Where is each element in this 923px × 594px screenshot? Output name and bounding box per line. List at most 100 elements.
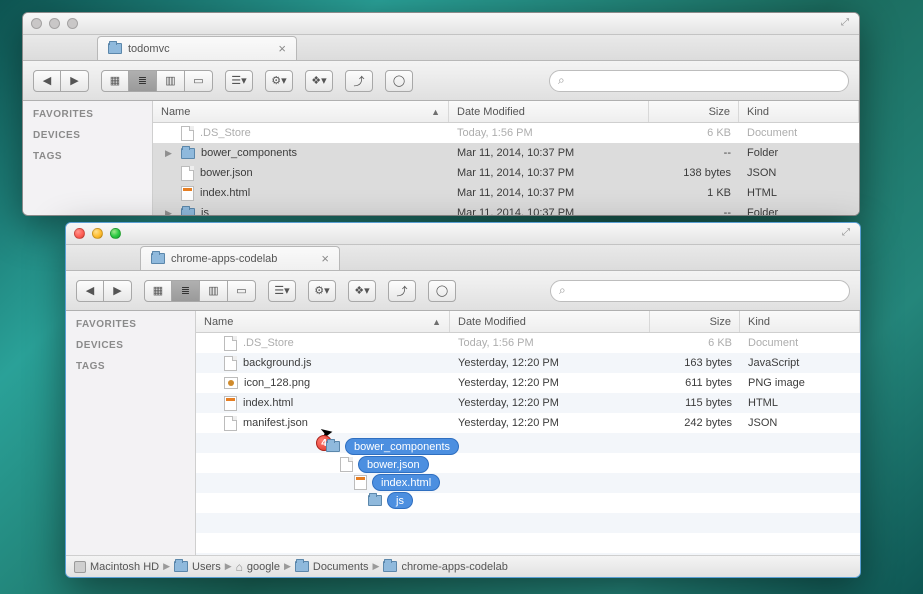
drag-item: js	[368, 492, 459, 509]
share-button[interactable]: ⤴	[388, 280, 416, 302]
column-headers: Name▲ Date Modified Size Kind	[153, 101, 859, 123]
titlebar[interactable]: ⤢	[23, 13, 859, 35]
table-row[interactable]: manifest.jsonYesterday, 12:20 PM242 byte…	[196, 413, 860, 433]
cell-kind: Folder	[739, 207, 859, 215]
view-switcher: ▦ ≣ ▥ ▭	[101, 70, 213, 92]
fullscreen-icon[interactable]: ⤢	[842, 227, 852, 237]
search-field[interactable]: ⌕	[550, 280, 850, 302]
cell-date: Mar 11, 2014, 10:37 PM	[449, 207, 649, 215]
fullscreen-icon[interactable]: ⤢	[841, 17, 851, 27]
sidebar-tags[interactable]: TAGS	[76, 361, 185, 372]
search-field[interactable]: ⌕	[549, 70, 849, 92]
column-size[interactable]: Size	[650, 311, 740, 332]
column-size[interactable]: Size	[649, 101, 739, 122]
path-bar: Macintosh HD▶Users▶⌂google▶Documents▶chr…	[66, 555, 860, 577]
table-row-empty	[196, 553, 860, 555]
folder-icon	[181, 208, 195, 216]
list-view-button[interactable]: ≣	[172, 280, 200, 302]
breadcrumb[interactable]: chrome-apps-codelab	[383, 561, 507, 573]
arrange-button[interactable]: ☰▾	[268, 280, 296, 302]
sidebar-devices[interactable]: DEVICES	[33, 130, 142, 141]
cell-name: index.html	[153, 186, 449, 201]
sidebar-devices[interactable]: DEVICES	[76, 340, 185, 351]
zoom-window-icon[interactable]	[67, 18, 78, 29]
table-row[interactable]: index.htmlYesterday, 12:20 PM115 bytesHT…	[196, 393, 860, 413]
sidebar: FAVORITES DEVICES TAGS	[66, 311, 196, 555]
breadcrumb-label: chrome-apps-codelab	[401, 561, 507, 573]
share-button[interactable]: ⤴	[345, 70, 373, 92]
cell-date: Today, 1:56 PM	[449, 127, 649, 139]
breadcrumb[interactable]: Macintosh HD	[74, 561, 159, 573]
table-row[interactable]: index.htmlMar 11, 2014, 10:37 PM1 KBHTML	[153, 183, 859, 203]
forward-button[interactable]: ▶	[104, 280, 132, 302]
search-input[interactable]	[570, 285, 841, 297]
disclosure-icon[interactable]: ▶	[165, 208, 175, 216]
drag-item-label: bower.json	[358, 456, 429, 473]
dropbox-button[interactable]: ❖▾	[348, 280, 376, 302]
cell-kind: JSON	[740, 417, 860, 429]
minimize-window-icon[interactable]	[92, 228, 103, 239]
minimize-window-icon[interactable]	[49, 18, 60, 29]
table-row[interactable]: ▶jsMar 11, 2014, 10:37 PM--Folder	[153, 203, 859, 215]
breadcrumb[interactable]: Users	[174, 561, 221, 573]
column-view-button[interactable]: ▥	[200, 280, 228, 302]
search-input[interactable]	[569, 75, 840, 87]
close-tab-icon[interactable]: ×	[321, 252, 329, 265]
dropbox-button[interactable]: ❖▾	[305, 70, 333, 92]
edit-tags-button[interactable]: ◯	[385, 70, 413, 92]
column-date[interactable]: Date Modified	[450, 311, 650, 332]
folder-icon	[326, 441, 340, 452]
forward-button[interactable]: ▶	[61, 70, 89, 92]
column-name[interactable]: Name▲	[153, 101, 449, 122]
table-row[interactable]: ▶bower_componentsMar 11, 2014, 10:37 PM-…	[153, 143, 859, 163]
sidebar-favorites[interactable]: FAVORITES	[76, 319, 185, 330]
drag-item-label: bower_components	[345, 438, 459, 455]
column-kind[interactable]: Kind	[739, 101, 859, 122]
coverflow-view-button[interactable]: ▭	[185, 70, 213, 92]
action-button[interactable]: ⚙▾	[308, 280, 336, 302]
sidebar-favorites[interactable]: FAVORITES	[33, 109, 142, 120]
column-kind[interactable]: Kind	[740, 311, 860, 332]
html-file-icon	[181, 186, 194, 201]
table-row[interactable]: .DS_StoreToday, 1:56 PM6 KBDocument	[196, 333, 860, 353]
close-window-icon[interactable]	[74, 228, 85, 239]
column-date[interactable]: Date Modified	[449, 101, 649, 122]
tab-chrome-apps-codelab[interactable]: chrome-apps-codelab ×	[140, 246, 340, 270]
chevron-right-icon: ▶	[163, 561, 170, 572]
edit-tags-button[interactable]: ◯	[428, 280, 456, 302]
disclosure-icon[interactable]: ▶	[165, 148, 175, 159]
chevron-right-icon: ▶	[284, 561, 291, 572]
zoom-window-icon[interactable]	[110, 228, 121, 239]
back-button[interactable]: ◀	[76, 280, 104, 302]
html-file-icon	[224, 396, 237, 411]
file-icon	[181, 126, 194, 141]
icon-view-button[interactable]: ▦	[101, 70, 129, 92]
column-view-button[interactable]: ▥	[157, 70, 185, 92]
cell-date: Mar 11, 2014, 10:37 PM	[449, 187, 649, 199]
table-row[interactable]: background.jsYesterday, 12:20 PM163 byte…	[196, 353, 860, 373]
cell-name: .DS_Store	[153, 126, 449, 141]
folder-icon	[181, 148, 195, 159]
sort-asc-icon: ▲	[431, 107, 440, 117]
arrange-button[interactable]: ☰▾	[225, 70, 253, 92]
tab-label: todomvc	[128, 43, 170, 55]
table-row[interactable]: bower.jsonMar 11, 2014, 10:37 PM138 byte…	[153, 163, 859, 183]
sidebar-tags[interactable]: TAGS	[33, 151, 142, 162]
coverflow-view-button[interactable]: ▭	[228, 280, 256, 302]
tab-todomvc[interactable]: todomvc ×	[97, 36, 297, 60]
breadcrumb[interactable]: ⌂google	[236, 560, 280, 574]
table-row[interactable]: icon_128.pngYesterday, 12:20 PM611 bytes…	[196, 373, 860, 393]
file-icon	[224, 336, 237, 351]
titlebar[interactable]: ⤢	[66, 223, 860, 245]
list-view-button[interactable]: ≣	[129, 70, 157, 92]
icon-view-button[interactable]: ▦	[144, 280, 172, 302]
folder-icon	[383, 561, 397, 572]
table-row[interactable]: .DS_StoreToday, 1:56 PM6 KBDocument	[153, 123, 859, 143]
breadcrumb[interactable]: Documents	[295, 561, 369, 573]
close-window-icon[interactable]	[31, 18, 42, 29]
back-button[interactable]: ◀	[33, 70, 61, 92]
action-button[interactable]: ⚙▾	[265, 70, 293, 92]
close-tab-icon[interactable]: ×	[278, 42, 286, 55]
column-name[interactable]: Name▲	[196, 311, 450, 332]
file-name: icon_128.png	[244, 377, 310, 389]
